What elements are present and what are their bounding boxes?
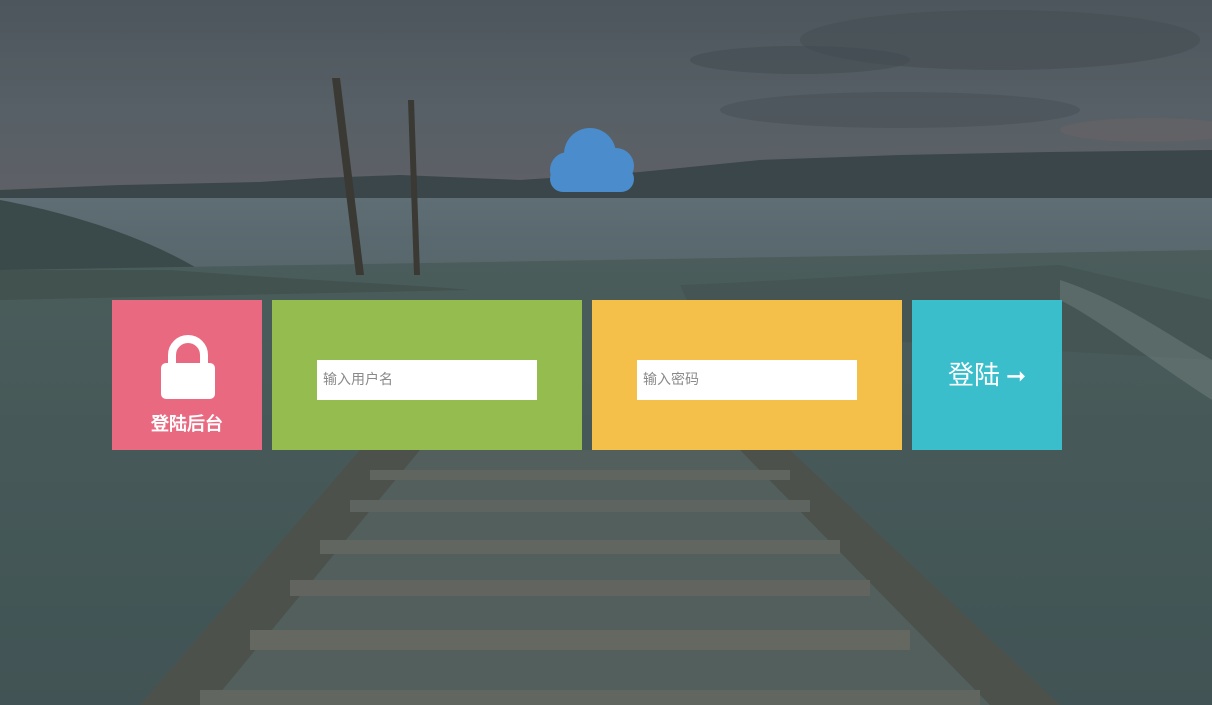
password-tile: [592, 300, 902, 450]
arrow-right-icon: ➞: [1005, 362, 1027, 390]
lock-icon: [161, 335, 215, 399]
admin-login-caption: 登陆后台: [151, 414, 223, 435]
username-input[interactable]: [317, 360, 537, 400]
cloud-icon: [550, 128, 634, 192]
login-button-label: 登陆: [947, 361, 1000, 391]
login-button[interactable]: 登陆 ➞: [912, 300, 1062, 450]
password-input[interactable]: [637, 360, 857, 400]
login-page: 登陆后台 登陆➞: [0, 0, 1212, 705]
login-button-content: 登陆 ➞: [912, 360, 1062, 392]
admin-login-tile: 登陆后台: [112, 300, 262, 450]
username-tile: [272, 300, 582, 450]
